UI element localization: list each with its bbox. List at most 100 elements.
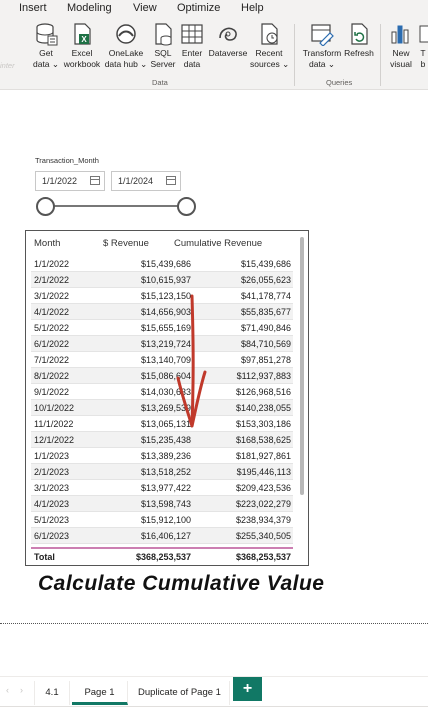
table-row[interactable]: 3/1/2023 $13,977,422 $209,423,536 <box>31 480 293 496</box>
add-page-button[interactable]: + <box>233 677 262 701</box>
transform-icon <box>311 24 334 46</box>
tab-label: 4.1 <box>45 687 59 698</box>
svg-text:X: X <box>81 35 87 44</box>
cell-cumulative: $97,851,278 <box>240 355 291 365</box>
vertical-scrollbar[interactable] <box>300 237 304 495</box>
table-row[interactable]: 5/1/2023 $15,912,100 $238,934,379 <box>31 512 293 528</box>
caption-title: Calculate Cumulative Value <box>38 572 325 595</box>
table-row[interactable]: 4/1/2022 $14,656,903 $55,835,677 <box>31 304 293 320</box>
end-date-input[interactable]: 1/1/2024 <box>111 171 181 191</box>
cell-month: 3/1/2023 <box>34 483 70 493</box>
end-date-value: 1/1/2024 <box>118 176 154 186</box>
table-row[interactable]: 9/1/2022 $14,030,633 $126,968,516 <box>31 384 293 400</box>
table-row[interactable]: 8/1/2022 $15,086,604 $112,937,883 <box>31 368 293 384</box>
tab-page-1[interactable]: Page 1 <box>72 681 128 705</box>
status-bar <box>0 706 428 720</box>
cell-month: 2/1/2023 <box>34 467 70 477</box>
total-label: Total <box>34 552 55 562</box>
page-boundary-line <box>0 623 428 624</box>
text-box-button[interactable]: T b <box>418 22 428 70</box>
cell-cumulative: $112,937,883 <box>236 371 291 381</box>
refresh-label: Refresh <box>344 48 374 58</box>
onelake-data-hub-button[interactable]: OneLake data hub ⌄ <box>104 22 148 70</box>
new-visual-button[interactable]: New visual <box>386 22 416 70</box>
table-row[interactable]: 4/1/2023 $13,598,743 $223,022,279 <box>31 496 293 512</box>
table-row[interactable]: 1/1/2023 $13,389,236 $181,927,861 <box>31 448 293 464</box>
total-revenue: $368,253,537 <box>135 552 191 562</box>
refresh-button[interactable]: Refresh <box>344 22 374 59</box>
tab-label: Page 1 <box>84 687 115 698</box>
menu-modeling[interactable]: Modeling <box>67 2 112 14</box>
cell-cumulative: $126,968,516 <box>235 387 291 397</box>
cell-month: 12/1/2022 <box>34 435 75 445</box>
enter-data-button[interactable]: Enter data <box>178 22 206 70</box>
table-header: Month $ Revenue Cumulative Revenue <box>26 231 296 255</box>
table-row[interactable]: 3/1/2022 $15,123,150 $41,178,774 <box>31 288 293 304</box>
cell-revenue: $13,389,236 <box>140 451 191 461</box>
cell-cumulative: $153,303,186 <box>235 419 291 429</box>
cell-cumulative: $41,178,774 <box>240 291 291 301</box>
database-icon <box>36 23 58 46</box>
table-row[interactable]: 11/1/2022 $13,065,131 $153,303,186 <box>31 416 293 432</box>
ribbon-faded-label: inter <box>0 61 15 70</box>
table-row[interactable]: 10/1/2022 $13,269,539 $140,238,055 <box>31 400 293 416</box>
table-row[interactable]: 5/1/2022 $15,655,169 $71,490,846 <box>31 320 293 336</box>
cell-revenue: $13,598,743 <box>140 499 191 509</box>
chevron-right-icon[interactable]: › <box>20 685 23 695</box>
dataverse-button[interactable]: Dataverse <box>207 22 249 59</box>
sql-server-button[interactable]: SQL Server <box>149 22 177 70</box>
column-header-month[interactable]: Month <box>34 238 60 249</box>
down-arrow-annotation <box>176 294 207 428</box>
table-row[interactable]: 6/1/2022 $13,219,724 $84,710,569 <box>31 336 293 352</box>
table-visual[interactable]: Month $ Revenue Cumulative Revenue 1/1/2… <box>25 230 309 566</box>
recent-sources-button[interactable]: Recent sources ⌄ <box>250 22 289 70</box>
tab-duplicate-of-page-1[interactable]: Duplicate of Page 1 <box>130 681 230 705</box>
slider-start-handle[interactable] <box>36 197 55 216</box>
menu-view[interactable]: View <box>133 2 157 14</box>
cell-revenue: $10,615,937 <box>140 275 191 285</box>
get-data-button[interactable]: Get data ⌄ <box>31 22 61 70</box>
cell-cumulative: $255,340,505 <box>235 531 291 541</box>
table-row[interactable]: 7/1/2022 $13,140,709 $97,851,278 <box>31 352 293 368</box>
excel-icon: X <box>74 23 91 45</box>
menu-optimize[interactable]: Optimize <box>177 2 220 14</box>
tab-4-1[interactable]: 4.1 <box>34 681 70 705</box>
table-row[interactable]: 1/1/2022 $15,439,686 $15,439,686 <box>31 256 293 272</box>
slicer-title: Transaction_Month <box>35 156 99 165</box>
sql-server-label: SQL Server <box>150 48 176 69</box>
cell-cumulative: $181,927,861 <box>235 451 291 461</box>
table-row[interactable]: 6/1/2023 $16,406,127 $255,340,505 <box>31 528 293 544</box>
ribbon: inter Get data ⌄ X Excel workbook OneLak… <box>0 18 428 90</box>
cell-cumulative: $84,710,569 <box>240 339 291 349</box>
calendar-icon[interactable] <box>90 176 100 185</box>
table-row[interactable]: 12/1/2022 $15,235,438 $168,538,625 <box>31 432 293 448</box>
cell-month: 9/1/2022 <box>34 387 70 397</box>
start-date-input[interactable]: 1/1/2022 <box>35 171 105 191</box>
date-range-slider-track[interactable] <box>45 205 186 207</box>
excel-workbook-button[interactable]: X Excel workbook <box>62 22 102 70</box>
cell-month: 11/1/2022 <box>34 419 74 429</box>
page-tab-bar: ‹ › 4.1 Page 1 Duplicate of Page 1 <box>0 676 428 706</box>
cell-month: 6/1/2023 <box>34 531 70 541</box>
column-header-revenue[interactable]: $ Revenue <box>103 238 149 249</box>
transform-data-button[interactable]: Transform data ⌄ <box>301 22 343 70</box>
cell-month: 1/1/2023 <box>34 451 70 461</box>
menu-help[interactable]: Help <box>241 2 264 14</box>
menu-insert[interactable]: Insert <box>19 2 47 14</box>
cell-revenue: $15,912,100 <box>140 515 191 525</box>
calendar-icon[interactable] <box>166 176 176 185</box>
cell-month: 1/1/2022 <box>34 259 70 269</box>
cell-cumulative: $15,439,686 <box>240 259 291 269</box>
slider-end-handle[interactable] <box>177 197 196 216</box>
chevron-left-icon[interactable]: ‹ <box>6 685 9 695</box>
cell-month: 10/1/2022 <box>34 403 75 413</box>
table-row[interactable]: 2/1/2023 $13,518,252 $195,446,113 <box>31 464 293 480</box>
table-body: 1/1/2022 $15,439,686 $15,439,686 2/1/2022 $1… <box>31 256 293 565</box>
cell-cumulative: $195,446,113 <box>236 467 291 477</box>
excel-workbook-label: Excel workbook <box>63 48 101 69</box>
cell-month: 6/1/2022 <box>34 339 70 349</box>
total-cumulative: $368,253,537 <box>235 552 291 562</box>
column-header-cumulative[interactable]: Cumulative Revenue <box>174 238 262 249</box>
table-row[interactable]: 2/1/2022 $10,615,937 $26,055,623 <box>31 272 293 288</box>
cell-cumulative: $55,835,677 <box>240 307 291 317</box>
